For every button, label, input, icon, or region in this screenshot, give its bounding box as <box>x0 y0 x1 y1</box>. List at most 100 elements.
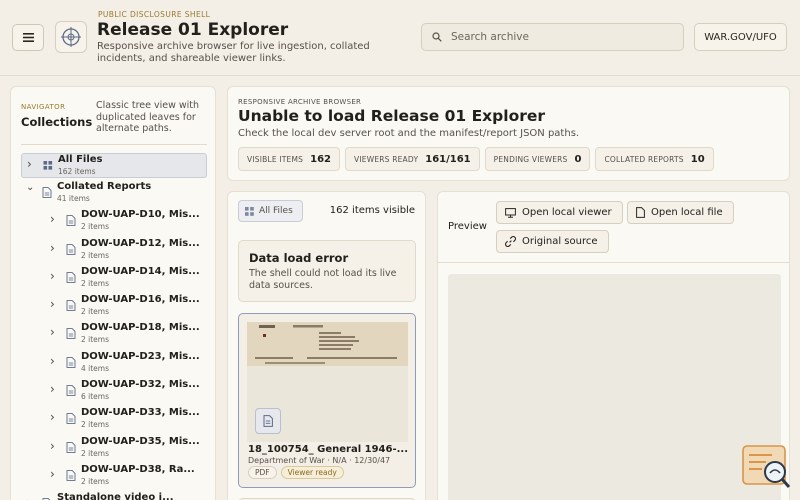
stat-visible-items: VISIBLE ITEMS 162 <box>238 147 341 171</box>
document-icon <box>66 385 76 396</box>
tree-item-count: 2 items <box>81 250 110 260</box>
search-box[interactable] <box>421 23 684 51</box>
app-title: Release 01 Explorer <box>97 20 289 40</box>
stat-label: VIEWERS READY <box>354 154 419 164</box>
tree-item[interactable]: › DOW-UAP-D32, Mis... 6 items <box>21 379 207 407</box>
preview-pane: Preview Open local viewer Open local fil… <box>437 191 790 500</box>
file-icon <box>636 207 645 218</box>
tree-item-count: 6 items <box>81 392 110 402</box>
chevron-right-icon[interactable]: › <box>50 439 55 453</box>
original-source-button[interactable]: Original source <box>496 230 609 253</box>
file-card[interactable]: 18_100754_ General 1946-... Department o… <box>238 313 416 488</box>
file-type-badge: PDF <box>248 466 277 479</box>
filter-all-files-button[interactable]: All Files <box>238 200 303 222</box>
stat-value: 10 <box>690 153 705 165</box>
stat-value: 0 <box>574 153 582 165</box>
navigator-eyebrow: NAVIGATOR <box>21 103 66 111</box>
chevron-right-icon[interactable]: › <box>50 269 55 283</box>
file-card-title: 18_100754_ General 1946-... <box>248 444 409 455</box>
open-local-viewer-label: Open local viewer <box>522 207 612 218</box>
original-source-label: Original source <box>522 236 598 247</box>
tree-item[interactable]: › DOW-UAP-D18, Mis... 2 items <box>21 322 207 350</box>
navigator-divider <box>21 144 207 145</box>
document-icon <box>66 215 76 227</box>
document-icon <box>66 243 76 255</box>
document-icon <box>66 356 76 368</box>
tree-item-label: DOW-UAP-D33, Mis... <box>81 407 200 419</box>
chevron-right-icon[interactable]: › <box>50 241 55 255</box>
chevron-right-icon[interactable]: › <box>50 354 55 368</box>
tree-item-count: 2 items <box>81 222 110 232</box>
stats-row: VISIBLE ITEMS 162 VIEWERS READY 161/161 … <box>238 147 714 171</box>
chevron-down-icon[interactable]: ⌄ <box>26 182 34 193</box>
tree-item[interactable]: › DOW-UAP-D35, Mis... 2 items <box>21 436 207 464</box>
chevron-right-icon[interactable]: › <box>26 495 31 500</box>
tree-item[interactable]: › DOW-UAP-D12, Mis... 2 items <box>21 238 207 266</box>
tree-item[interactable]: › DOW-UAP-D38, Ra... 2 items <box>21 464 207 492</box>
crosshair-logo-icon <box>61 27 81 47</box>
tree-item-count: 2 items <box>81 278 110 288</box>
monitor-icon <box>505 207 516 218</box>
stat-viewers-ready: VIEWERS READY 161/161 <box>345 147 480 171</box>
chevron-right-icon[interactable]: › <box>50 325 55 339</box>
file-card-meta: Department of War · N/A · 12/30/47 <box>248 456 391 465</box>
grid-icon <box>43 161 53 170</box>
document-icon <box>66 413 76 425</box>
tree-item[interactable]: › Standalone video i... <box>21 492 207 500</box>
navigator-panel: NAVIGATOR Collections Classic tree view … <box>10 86 216 500</box>
site-link-button[interactable]: WAR.GOV/UFO <box>694 23 787 51</box>
open-local-file-button[interactable]: Open local file <box>627 201 734 224</box>
floating-search-widget[interactable] <box>742 445 792 490</box>
status-subtitle: Check the local dev server root and the … <box>238 128 580 139</box>
file-card-tags: PDF Viewer ready <box>248 466 344 479</box>
chevron-right-icon[interactable]: › <box>50 212 55 226</box>
navigator-title: Collections <box>21 115 93 129</box>
stat-label: VISIBLE ITEMS <box>247 154 304 164</box>
preview-viewer-area <box>448 274 781 500</box>
tree-item[interactable]: › DOW-UAP-D33, Mis... 2 items <box>21 407 207 435</box>
tree-item-count: 2 items <box>81 307 110 317</box>
chevron-right-icon[interactable]: › <box>50 467 55 481</box>
tree-item[interactable]: › DOW-UAP-D14, Mis... 2 items <box>21 266 207 294</box>
tree-item-label: DOW-UAP-D12, Mis... <box>81 237 200 249</box>
status-panel: RESPONSIVE ARCHIVE BROWSER Unable to loa… <box>227 86 790 181</box>
tree-item[interactable]: ⌄ Collated Reports 41 items <box>21 181 207 209</box>
data-load-error-box: Data load error The shell could not load… <box>238 240 416 302</box>
open-local-file-label: Open local file <box>651 207 723 218</box>
chevron-right-icon[interactable]: › <box>50 297 55 311</box>
open-local-viewer-button[interactable]: Open local viewer <box>496 201 623 224</box>
tree-item[interactable]: › DOW-UAP-D10, Mis... 2 items <box>21 209 207 237</box>
document-search-icon <box>742 445 791 488</box>
collections-tree: › All Files 162 items ⌄ Collated Reports 41 i… <box>21 153 207 500</box>
tree-item-label: All Files <box>58 154 103 165</box>
tree-item-label: Collated Reports <box>57 181 152 192</box>
tree-item[interactable]: › DOW-UAP-D23, Mis... 4 items <box>21 351 207 379</box>
tree-item-label: DOW-UAP-D18, Mis... <box>81 322 200 334</box>
search-icon <box>432 32 442 42</box>
document-icon <box>66 272 76 283</box>
viewer-status-badge: Viewer ready <box>280 466 344 479</box>
search-input[interactable] <box>451 31 671 43</box>
grid-icon <box>245 206 254 216</box>
stat-value: 162 <box>310 153 332 165</box>
stat-collated-reports: COLLATED REPORTS 10 <box>595 147 714 171</box>
chevron-right-icon[interactable]: › <box>50 382 55 396</box>
tree-item-label: Standalone video i... <box>57 492 174 500</box>
link-icon <box>505 236 516 247</box>
stat-pending-viewers: PENDING VIEWERS 0 <box>484 147 591 171</box>
tree-item-label: DOW-UAP-D23, Mis... <box>81 350 200 362</box>
document-icon <box>42 187 52 198</box>
preview-divider <box>438 262 789 263</box>
tree-item-count: 41 items <box>57 194 90 203</box>
preview-label: Preview <box>448 221 487 232</box>
tree-item-label: DOW-UAP-D14, Mis... <box>81 265 200 277</box>
tree-item-count: 4 items <box>81 363 110 373</box>
tree-item[interactable]: › All Files 162 items <box>21 153 207 178</box>
chevron-right-icon[interactable]: › <box>27 157 32 171</box>
chevron-right-icon[interactable]: › <box>50 410 55 424</box>
menu-button[interactable] <box>12 24 44 51</box>
tree-item[interactable]: › DOW-UAP-D16, Mis... 2 items <box>21 294 207 322</box>
tree-item-label: DOW-UAP-D32, Mis... <box>81 379 200 391</box>
status-eyebrow: RESPONSIVE ARCHIVE BROWSER <box>238 98 362 106</box>
tree-item-label: DOW-UAP-D10, Mis... <box>81 209 200 221</box>
